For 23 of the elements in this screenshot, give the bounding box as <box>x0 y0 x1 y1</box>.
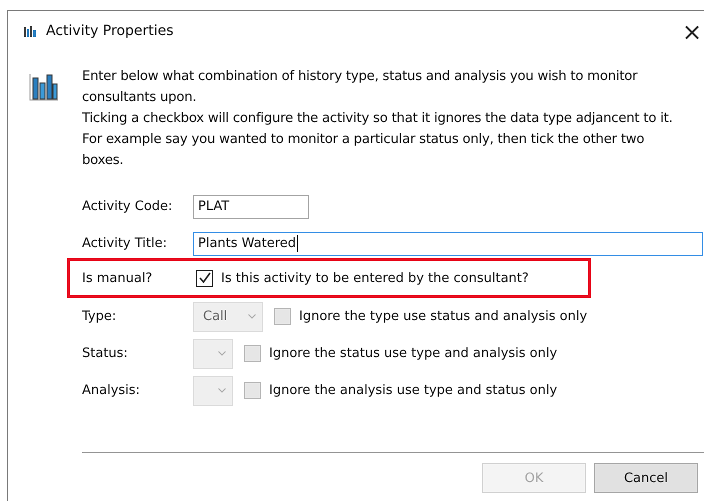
instruction-text: Ticking a checkbox will configure the activity so that it ignores the data type adjancent to it. For example say you wanted to monitor a particular status only, then tick the other two boxes. <box>82 110 674 170</box>
cancel-button[interactable]: Cancel <box>594 463 698 493</box>
bar-chart-icon <box>28 72 60 102</box>
field-label: Analysis: <box>82 383 141 398</box>
chevron-down-icon <box>218 351 226 356</box>
window-title: Activity Properties <box>46 23 174 39</box>
text-field[interactable]: Plants Watered <box>193 232 703 256</box>
checkbox-label: Ignore the type use status and analysis only <box>299 309 588 324</box>
instruction-text: Enter below what combination of history type, status and analysis you wish to monitor consultants upon. <box>82 68 638 107</box>
field-label: Is manual? <box>82 270 154 286</box>
checkbox-label: Ignore the status use type and analysis only <box>269 346 558 361</box>
chevron-down-icon <box>218 388 226 393</box>
close-button[interactable]: × <box>679 19 704 45</box>
bar-chart-icon <box>23 25 37 37</box>
chevron-down-icon <box>248 314 256 319</box>
field-label: Type: <box>82 309 118 324</box>
checkbox[interactable] <box>196 270 213 286</box>
field-label: Status: <box>82 346 129 361</box>
checkbox-label: Is this activity to be entered by the consultant? <box>221 270 529 286</box>
checkbox-label: Ignore the analysis use type and status only <box>269 383 558 398</box>
field-label: Activity Code: <box>82 199 174 214</box>
field-label: Activity Title: <box>82 236 168 251</box>
text-field[interactable]: PLAT <box>193 194 309 218</box>
